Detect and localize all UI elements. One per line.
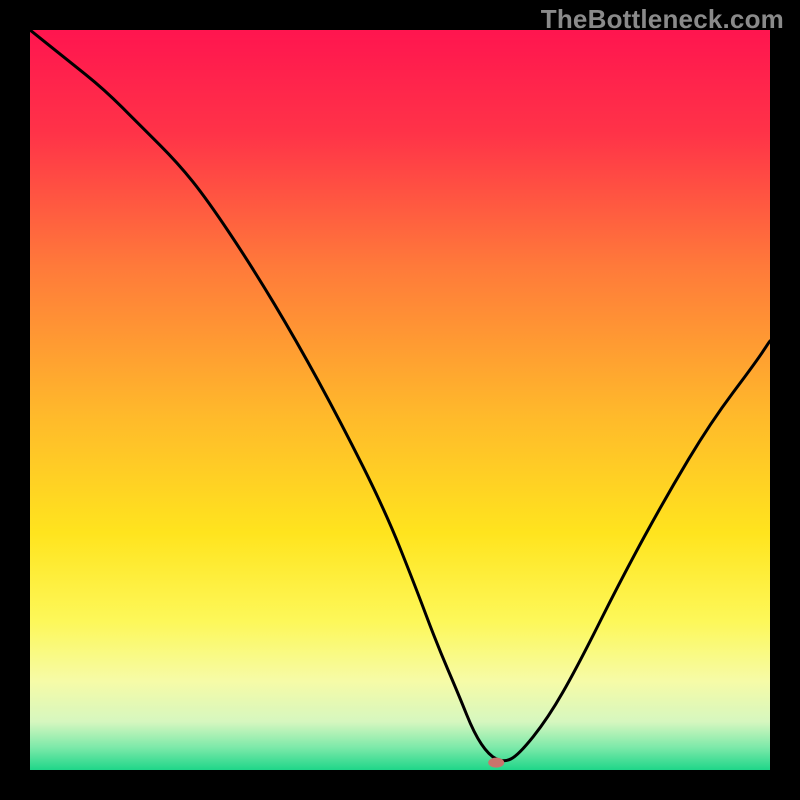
chart-frame: TheBottleneck.com xyxy=(0,0,800,800)
bottleneck-chart xyxy=(30,30,770,770)
chart-background xyxy=(30,30,770,770)
optimum-marker xyxy=(488,758,504,768)
